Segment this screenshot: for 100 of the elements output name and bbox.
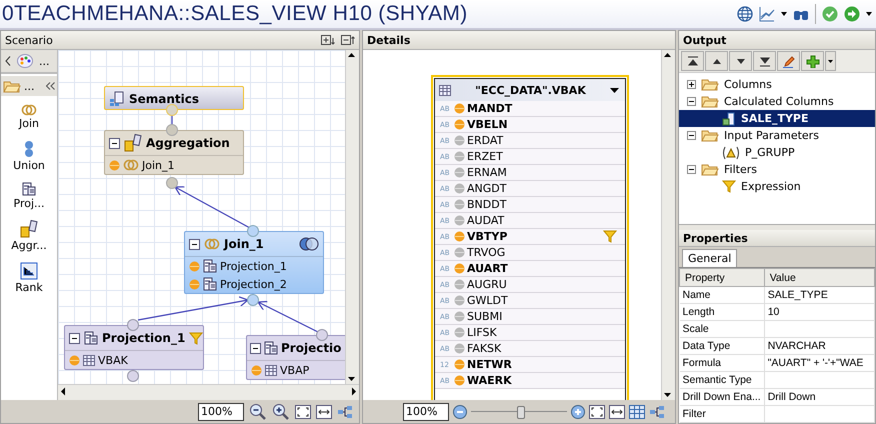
port-handle[interactable] <box>166 124 178 136</box>
zoom-field[interactable]: 100% <box>403 402 449 420</box>
semantics-icon <box>109 91 125 107</box>
port-handle[interactable] <box>127 319 139 331</box>
palette-tool[interactable]: Join <box>18 104 39 130</box>
move-top-icon <box>686 54 700 68</box>
fit-page-icon[interactable] <box>589 404 605 418</box>
drawer-label[interactable]: ... <box>24 80 34 92</box>
expand-icon[interactable] <box>687 80 696 89</box>
port-handle[interactable] <box>127 370 139 382</box>
collapse-icon[interactable] <box>687 131 696 140</box>
table-doc-icon <box>84 331 98 345</box>
line-chart-icon[interactable] <box>759 6 775 22</box>
palette-tool[interactable]: Union <box>13 140 45 172</box>
column-header[interactable]: Property <box>680 268 764 286</box>
column-name: TRVOG <box>467 246 506 259</box>
tree-item[interactable]: SALE_TYPE <box>679 110 875 127</box>
node-title: Join_1 <box>224 237 264 251</box>
connector-arrow <box>257 300 318 333</box>
dropdown-caret-icon[interactable] <box>866 12 872 16</box>
table-doc-icon <box>203 259 217 273</box>
tree-item[interactable]: Calculated Columns <box>679 93 875 110</box>
collapse-all-icon[interactable] <box>341 34 355 46</box>
collapse-icon[interactable] <box>250 342 261 354</box>
ranking-icon <box>20 262 38 280</box>
horizontal-scrollbar[interactable] <box>58 384 359 400</box>
toolbar-button[interactable] <box>729 51 752 71</box>
auto-layout-icon[interactable] <box>649 404 665 418</box>
collapse-icon[interactable] <box>69 332 80 344</box>
toolbar-button[interactable] <box>705 51 728 71</box>
tree-item[interactable]: Columns <box>679 76 875 93</box>
port-handle[interactable] <box>166 104 178 116</box>
expand-all-icon[interactable] <box>321 34 335 46</box>
collapse-icon[interactable] <box>189 238 200 250</box>
aggregation-node[interactable]: Aggregation Join_1 <box>104 130 244 175</box>
vertical-scrollbar[interactable] <box>661 50 675 400</box>
check-circle-icon[interactable] <box>822 6 838 22</box>
fit-width-icon[interactable] <box>316 404 332 418</box>
port-handle[interactable] <box>247 225 259 237</box>
calculator-icon <box>722 112 736 126</box>
grid-icon[interactable] <box>629 404 645 418</box>
collapse-icon[interactable] <box>109 138 120 148</box>
zoom-field[interactable]: 100% <box>198 402 244 420</box>
dropdown-button[interactable] <box>825 51 836 71</box>
column-header[interactable]: Value <box>764 268 874 286</box>
port-handle[interactable] <box>316 329 328 341</box>
port-handle[interactable] <box>247 294 259 306</box>
fit-page-icon[interactable] <box>295 404 311 418</box>
folder-icon <box>701 78 719 91</box>
join-node[interactable]: Join_1 Projection_1 Projection_2 <box>184 231 324 294</box>
input-label: Join_1 <box>142 158 175 172</box>
dot-icon <box>189 260 200 272</box>
dropdown-caret-icon[interactable] <box>610 88 619 92</box>
table-doc-icon <box>22 182 36 196</box>
dot-icon <box>109 160 120 170</box>
folder-icon <box>701 163 719 176</box>
projection-node[interactable]: Projection_1 VBAK <box>64 325 204 370</box>
zoom-in-icon[interactable] <box>571 404 585 418</box>
zoom-out-icon[interactable] <box>249 402 267 420</box>
vertical-scrollbar[interactable] <box>345 50 359 384</box>
semantics-node[interactable]: Semantics <box>104 86 244 110</box>
double-arrow-icon[interactable] <box>46 82 55 90</box>
folder-icon <box>701 95 719 108</box>
tab[interactable]: General <box>682 249 738 267</box>
tree-item[interactable]: Filters <box>679 161 875 178</box>
zoom-in-icon[interactable] <box>272 402 290 420</box>
node-title: Semantics <box>129 92 200 106</box>
filter-icon <box>722 180 736 193</box>
globe-icon[interactable] <box>737 6 753 22</box>
toolbar-button[interactable] <box>801 51 824 71</box>
toolbar-button[interactable] <box>753 51 776 71</box>
dot-icon <box>189 278 200 290</box>
toolbar-button[interactable] <box>681 51 704 71</box>
tree-item[interactable]: Input Parameters <box>679 127 875 144</box>
auto-layout-icon[interactable] <box>337 404 353 418</box>
table-doc-icon <box>203 277 217 291</box>
zoom-slider[interactable] <box>471 406 567 418</box>
palette-tool[interactable]: Rank <box>15 262 43 294</box>
table-icon <box>439 84 451 96</box>
collapse-icon[interactable] <box>687 165 696 174</box>
tree-item[interactable]: P_GRUPP <box>679 144 875 161</box>
table-icon <box>83 354 95 366</box>
palette-label[interactable]: ... <box>39 54 50 68</box>
input-label: VBAK <box>98 354 128 366</box>
column-name: AUART <box>467 262 508 275</box>
dropdown-caret-icon[interactable] <box>781 12 787 16</box>
table-cell: NVARCHAR <box>764 338 874 354</box>
projection-node[interactable]: Projectio VBAP <box>246 335 345 380</box>
folder-icon <box>701 129 719 142</box>
tree-item[interactable]: Expression <box>679 178 875 195</box>
palette-tool[interactable]: Aggr... <box>11 220 47 252</box>
table-cell: Name <box>680 286 764 304</box>
palette-tool[interactable]: Proj... <box>14 182 44 210</box>
collapse-icon[interactable] <box>687 97 696 106</box>
palette-icon[interactable] <box>17 54 33 68</box>
toolbar-button[interactable] <box>777 51 800 71</box>
zoom-out-icon[interactable] <box>453 404 467 418</box>
fit-width-icon[interactable] <box>609 404 625 418</box>
port-handle[interactable] <box>166 177 178 189</box>
table-cell: 10 <box>764 304 874 320</box>
